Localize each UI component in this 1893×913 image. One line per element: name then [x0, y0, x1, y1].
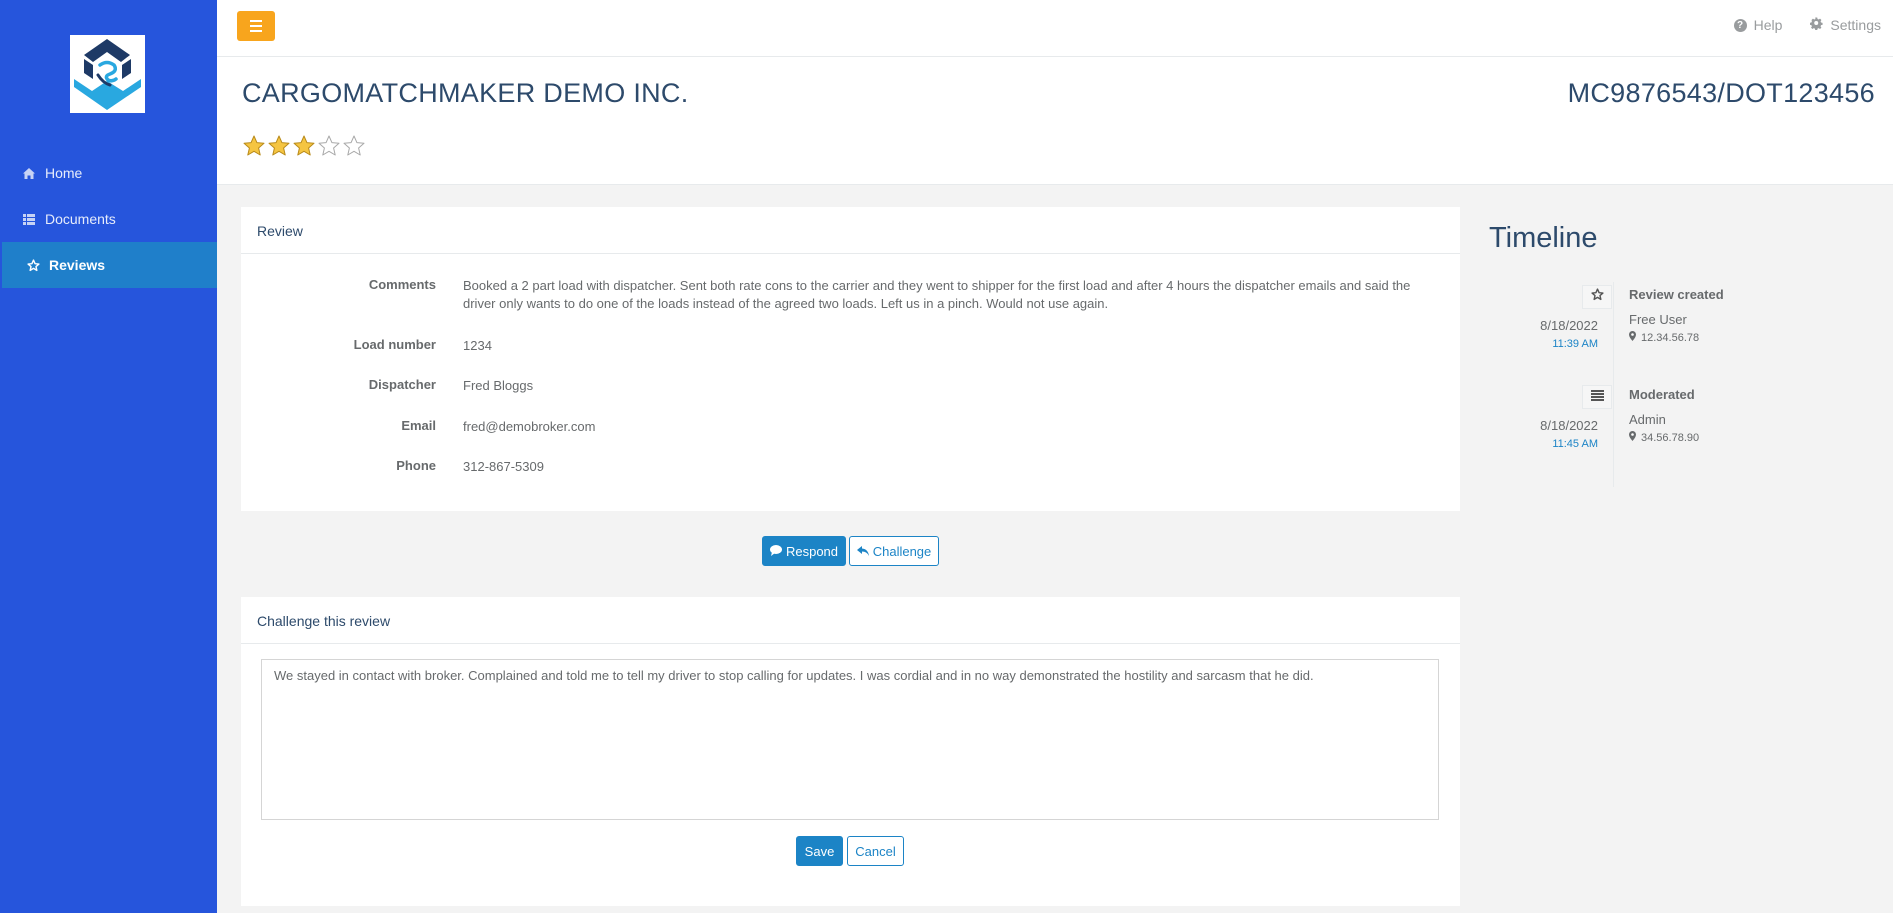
respond-button[interactable]: Respond	[762, 536, 846, 566]
help-label: Help	[1753, 17, 1783, 33]
timeline-event-user: Admin	[1629, 412, 1666, 427]
page-heading: CARGOMATCHMAKER DEMO INC. MC9876543/DOT1…	[217, 57, 1893, 185]
comments-value: Booked a 2 part load with dispatcher. Se…	[463, 278, 1411, 311]
timeline-date: 8/18/2022	[1540, 418, 1598, 433]
challenge-label: Challenge	[872, 543, 932, 559]
menu-toggle-button[interactable]	[237, 11, 275, 41]
challenge-textarea[interactable]: We stayed in contact with broker. Compla…	[261, 659, 1439, 820]
sidebar-nav: Home Documents Reviews	[0, 150, 217, 288]
timeline-event-heading: Moderated	[1629, 387, 1695, 402]
star-icon	[26, 258, 40, 272]
sidebar-item-label: Home	[45, 165, 83, 181]
handshake-logo-icon	[74, 39, 141, 110]
timeline-title: Timeline	[1489, 222, 1598, 254]
timeline-line	[1613, 282, 1614, 487]
challenge-panel-title: Challenge this review	[241, 597, 1460, 644]
phone-label: Phone	[396, 458, 436, 473]
list-icon	[1590, 388, 1604, 406]
settings-label: Settings	[1830, 17, 1881, 33]
home-icon	[22, 166, 36, 180]
review-panel: Review Comments Booked a 2 part load wit…	[241, 207, 1460, 511]
phone-value: 312-867-5309	[463, 459, 544, 474]
sidebar-item-home[interactable]: Home	[0, 150, 217, 196]
reply-icon	[856, 544, 869, 559]
map-marker-icon	[1629, 431, 1636, 444]
sidebar-item-label: Reviews	[49, 257, 106, 273]
mc-dot-number: MC9876543/DOT123456	[1567, 78, 1875, 108]
comments-label: Comments	[368, 277, 436, 292]
email-value: fred@demobroker.com	[463, 419, 596, 434]
settings-link[interactable]: Settings	[1810, 17, 1881, 33]
email-label: Email	[401, 418, 436, 433]
rating-stars	[242, 134, 366, 158]
star-empty-icon	[342, 134, 366, 158]
ip-address: 34.56.78.90	[1641, 431, 1700, 444]
save-button[interactable]: Save	[796, 836, 843, 866]
timeline-time: 11:45 AM	[1552, 438, 1598, 450]
star-icon	[1590, 288, 1604, 306]
help-link[interactable]: ? Help	[1733, 17, 1783, 33]
cancel-label: Cancel	[855, 843, 896, 859]
top-links: ? Help Settings	[1733, 17, 1881, 33]
load-number-label: Load number	[353, 337, 436, 352]
sidebar-item-reviews[interactable]: Reviews	[2, 242, 217, 288]
dispatcher-label: Dispatcher	[368, 377, 436, 392]
timeline-event-ip: 34.56.78.90	[1629, 431, 1699, 444]
cancel-button[interactable]: Cancel	[847, 836, 904, 866]
challenge-panel: Challenge this review We stayed in conta…	[241, 597, 1460, 906]
star-filled-icon	[267, 134, 291, 158]
map-marker-icon	[1629, 331, 1636, 344]
timeline-time: 11:39 AM	[1552, 338, 1598, 350]
ip-address: 12.34.56.78	[1641, 331, 1700, 344]
dispatcher-value: Fred Bloggs	[463, 378, 534, 393]
star-empty-icon	[317, 134, 341, 158]
comment-icon	[769, 544, 782, 559]
question-icon: ?	[1733, 18, 1747, 32]
review-panel-title: Review	[241, 207, 1460, 254]
timeline-event-icon	[1582, 285, 1612, 309]
star-filled-icon	[242, 134, 266, 158]
star-filled-icon	[292, 134, 316, 158]
timeline-event-heading: Review created	[1629, 287, 1724, 302]
timeline-event-user: Free User	[1629, 312, 1687, 327]
sidebar-item-label: Documents	[45, 211, 116, 227]
gear-icon	[1810, 17, 1823, 33]
logo[interactable]	[70, 35, 145, 113]
challenge-button[interactable]: Challenge	[849, 536, 939, 566]
timeline-event-ip: 12.34.56.78	[1629, 331, 1699, 344]
timeline-event-icon	[1582, 385, 1612, 409]
respond-label: Respond	[785, 543, 839, 559]
top-bar: ? Help Settings	[217, 0, 1893, 57]
list-icon	[22, 212, 36, 226]
company-name: CARGOMATCHMAKER DEMO INC.	[242, 78, 689, 108]
sidebar-item-documents[interactable]: Documents	[0, 196, 217, 242]
sidebar: Home Documents Reviews	[0, 0, 217, 913]
load-number-value: 1234	[463, 338, 492, 353]
hamburger-icon	[250, 20, 262, 22]
save-label: Save	[804, 843, 835, 859]
timeline-date: 8/18/2022	[1540, 318, 1598, 333]
